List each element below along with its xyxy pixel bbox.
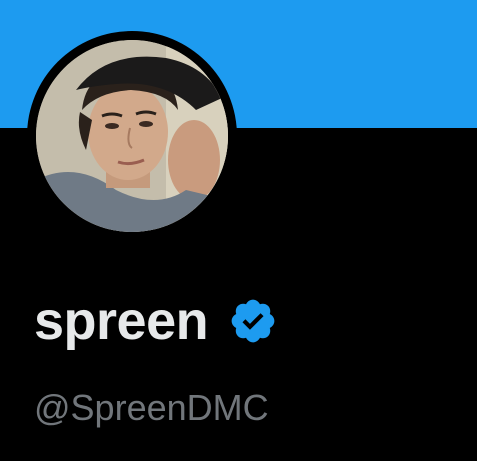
avatar-photo (36, 40, 228, 232)
user-handle: @SpreenDMC (34, 387, 269, 428)
name-row: spreen (34, 286, 278, 356)
verified-badge-icon[interactable] (228, 296, 278, 346)
profile-avatar[interactable] (36, 40, 228, 232)
display-name: spreen (34, 291, 209, 351)
